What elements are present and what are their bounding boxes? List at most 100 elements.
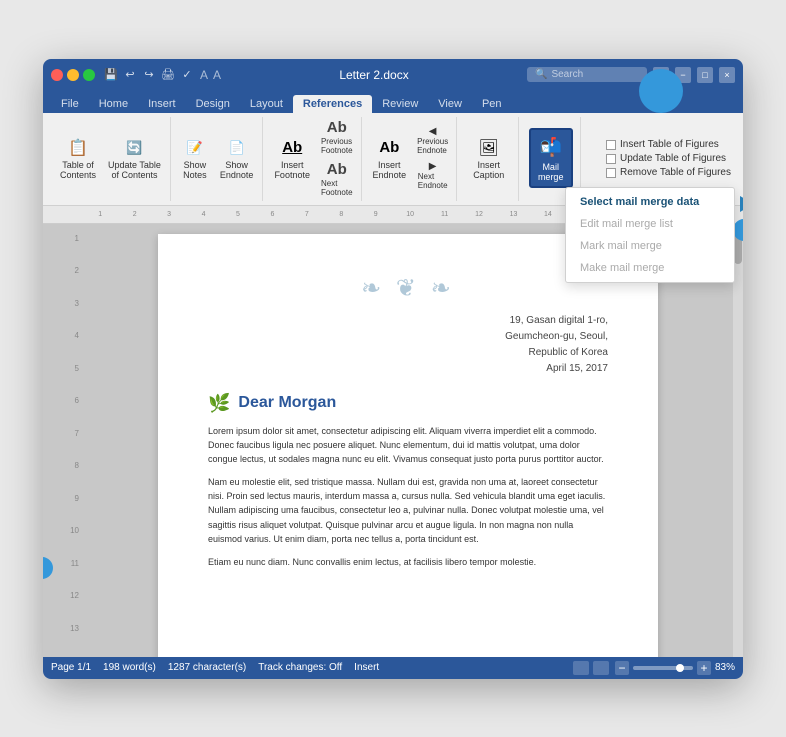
ruler-mark: 14	[531, 211, 565, 218]
table-of-contents-button[interactable]: 📋 Table ofContents	[55, 133, 101, 183]
close-button[interactable]	[51, 69, 63, 81]
ruler-mark: 10	[393, 211, 427, 218]
window-right-controls: 🔍 Search ▾ − □ ×	[527, 67, 735, 83]
show-endnote-icon: 📄	[225, 136, 249, 160]
zoom-out-button[interactable]: −	[615, 661, 629, 675]
ribbon-group-endnote: Ab InsertEndnote ◀ PreviousEndnote ▶ Nex…	[364, 117, 458, 201]
tab-design[interactable]: Design	[186, 95, 240, 113]
doc-decoration: ❧ ❦ ❧	[208, 274, 608, 303]
document-scroll[interactable]: ❧ ❦ ❧ 19, Gasan digital 1-ro, Geumcheon-…	[83, 224, 733, 657]
insert-footnote-icon: Ab	[280, 136, 304, 160]
update-table-figures-item[interactable]: Update Table of Figures	[606, 153, 731, 164]
redo-icon[interactable]: ↪	[141, 67, 157, 83]
zoom-in-button[interactable]: +	[697, 661, 711, 675]
tab-pen[interactable]: Pen	[472, 95, 512, 113]
tab-layout[interactable]: Layout	[240, 95, 293, 113]
ribbon-group-caption: 🖼 InsertCaption	[459, 117, 519, 201]
update-table-figures-checkbox[interactable]	[606, 154, 616, 164]
insert-table-figures-label: Insert Table of Figures	[620, 139, 719, 150]
show-notes-label: ShowNotes	[183, 160, 207, 180]
print-icon[interactable]: 🖨	[160, 67, 176, 83]
insert-table-figures-item[interactable]: Insert Table of Figures	[606, 139, 731, 150]
tab-insert[interactable]: Insert	[138, 95, 186, 113]
font-color-icon[interactable]: A	[200, 68, 208, 82]
footnote-nav: Ab PreviousFootnote Ab NextFootnote	[317, 117, 357, 199]
spellcheck-icon[interactable]: ✓	[179, 67, 195, 83]
scrollbar[interactable]	[733, 224, 743, 657]
char-count: 1287 character(s)	[168, 662, 246, 673]
address-line1: 19, Gasan digital 1-ro,	[208, 313, 608, 329]
web-view-icon[interactable]	[593, 661, 609, 675]
save-icon[interactable]: 💾	[103, 67, 119, 83]
ruler-mark: 11	[427, 211, 461, 218]
ruler-mark: 5	[221, 211, 255, 218]
tab-file[interactable]: File	[51, 95, 89, 113]
track-changes: Track changes: Off	[258, 662, 342, 673]
quick-access-toolbar: 💾 ↩ ↪ 🖨 ✓ A A	[103, 67, 221, 83]
view-icons	[573, 661, 609, 675]
update-table-icon: 🔄	[122, 136, 146, 160]
next-endnote-button[interactable]: ▶ NextEndnote	[413, 159, 452, 192]
mail-merge-button[interactable]: 📬 Mailmerge	[529, 128, 573, 188]
ruler-mark: 7	[290, 211, 324, 218]
tab-home[interactable]: Home	[89, 95, 138, 113]
dropdown-select-mail-merge[interactable]: Select mail merge data	[566, 191, 734, 213]
address-line2: Geumcheon-gu, Seoul,	[208, 329, 608, 345]
dropdown-arrow	[740, 196, 743, 212]
footnote-items: Ab InsertFootnote Ab PreviousFootnote Ab…	[269, 117, 356, 199]
doc-address: 19, Gasan digital 1-ro, Geumcheon-gu, Se…	[208, 313, 608, 377]
insert-caption-button[interactable]: 🖼 InsertCaption	[468, 133, 509, 183]
remove-table-figures-checkbox[interactable]	[606, 168, 616, 178]
show-notes-button[interactable]: 📝 ShowNotes	[177, 133, 213, 183]
ribbon-group-footnote: Ab InsertFootnote Ab PreviousFootnote Ab…	[265, 117, 361, 201]
search-box[interactable]: 🔍 Search	[527, 67, 647, 82]
window-close-icon[interactable]: ×	[719, 67, 735, 83]
address-line4: April 15, 2017	[208, 361, 608, 377]
prev-footnote-icon: Ab	[327, 119, 347, 136]
body-para2: Nam eu molestie elit, sed tristique mass…	[208, 475, 608, 547]
zoom-slider[interactable]	[633, 666, 693, 670]
undo-icon[interactable]: ↩	[122, 67, 138, 83]
mail-merge-dropdown: Select mail merge data Edit mail merge l…	[565, 187, 735, 283]
next-footnote-button[interactable]: Ab NextFootnote	[317, 159, 357, 199]
highlight-icon[interactable]: A	[213, 68, 221, 82]
insert-table-figures-checkbox[interactable]	[606, 140, 616, 150]
search-icon: 🔍	[535, 69, 547, 80]
insert-footnote-button[interactable]: Ab InsertFootnote	[269, 133, 315, 183]
margin-5: 5	[43, 364, 83, 397]
previous-endnote-button[interactable]: ◀ PreviousEndnote	[413, 124, 452, 157]
insert-footnote-label: InsertFootnote	[274, 160, 310, 180]
document-title: Letter 2.docx	[221, 68, 527, 82]
doc-body: Lorem ipsum dolor sit amet, consectetur …	[208, 424, 608, 570]
insert-endnote-button[interactable]: Ab InsertEndnote	[368, 133, 412, 183]
zoom-slider-thumb[interactable]	[676, 664, 684, 672]
margin-4: 4	[43, 331, 83, 364]
window-maximize-icon[interactable]: □	[697, 67, 713, 83]
show-endnote-button[interactable]: 📄 ShowEndnote	[215, 133, 259, 183]
insert-endnote-label: InsertEndnote	[373, 160, 407, 180]
update-table-button[interactable]: 🔄 Update Tableof Contents	[103, 133, 166, 183]
tab-references[interactable]: References	[293, 95, 372, 113]
remove-table-figures-label: Remove Table of Figures	[620, 167, 731, 178]
margin-13: 13	[43, 624, 83, 657]
next-endnote-label: NextEndnote	[418, 172, 448, 190]
print-view-icon[interactable]	[573, 661, 589, 675]
margin-3: 3	[43, 299, 83, 332]
ruler-mark: 9	[359, 211, 393, 218]
remove-table-figures-item[interactable]: Remove Table of Figures	[606, 167, 731, 178]
tab-view[interactable]: View	[428, 95, 472, 113]
next-footnote-label: NextFootnote	[321, 179, 353, 197]
salutation-leaf-icon: 🌿	[208, 393, 230, 414]
document-page: ❧ ❦ ❧ 19, Gasan digital 1-ro, Geumcheon-…	[158, 234, 658, 657]
update-table-figures-label: Update Table of Figures	[620, 153, 726, 164]
minimize-button[interactable]	[67, 69, 79, 81]
ruler-mark: 6	[255, 211, 289, 218]
tab-review[interactable]: Review	[372, 95, 428, 113]
ribbon-group-toc: 📋 Table ofContents 🔄 Update Tableof Cont…	[51, 117, 171, 201]
margin-8: 8	[43, 461, 83, 494]
next-endnote-icon: ▶	[429, 161, 437, 172]
previous-footnote-button[interactable]: Ab PreviousFootnote	[317, 117, 357, 157]
maximize-button[interactable]	[83, 69, 95, 81]
endnote-nav: ◀ PreviousEndnote ▶ NextEndnote	[413, 124, 452, 192]
prev-footnote-label: PreviousFootnote	[321, 137, 353, 155]
